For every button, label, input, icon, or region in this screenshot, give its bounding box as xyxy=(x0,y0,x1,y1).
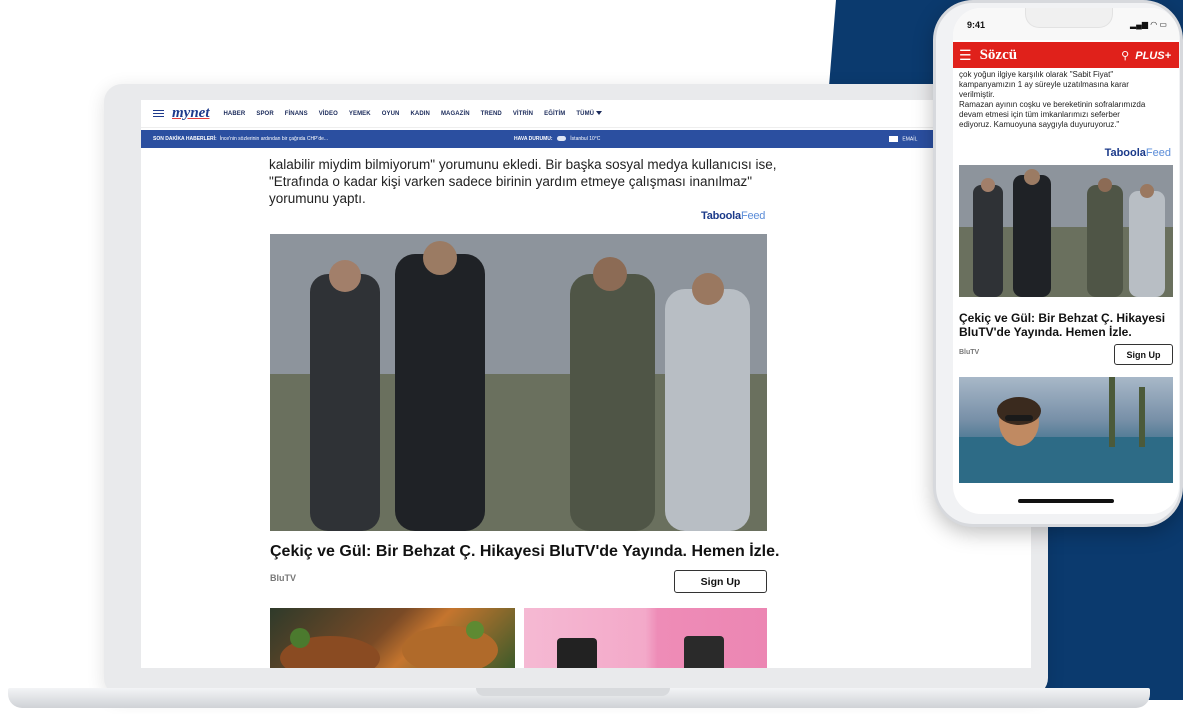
phone-screen: 9:41 ▂▄▆ ◠ ▭ ☰ Sözcü ⚲ PLUS+ çok yoğun il… xyxy=(953,8,1179,514)
sozcu-header: ☰ Sözcü ⚲ PLUS+ xyxy=(953,42,1179,68)
breaking-news-headline[interactable]: İnce'nin sözlerinin ardından bir çağrıda… xyxy=(220,136,328,142)
sponsored-hero-image[interactable] xyxy=(959,165,1173,297)
status-time: 9:41 xyxy=(967,20,986,30)
chevron-down-icon xyxy=(596,110,603,115)
appliance-image xyxy=(684,636,724,668)
article-line: çok yoğun ilgiye karşılık olarak "Sabit … xyxy=(959,70,1114,79)
pool-photo xyxy=(959,377,1173,483)
article-line: kalabilir miydim bilmiyorum" yorumunu ek… xyxy=(269,157,777,172)
nav-tumu[interactable]: TÜMÜ xyxy=(576,110,603,117)
weather-value: İstanbul 10°C xyxy=(570,136,601,142)
cloud-icon xyxy=(556,136,566,142)
nav-spor[interactable]: SPOR xyxy=(256,111,273,117)
sign-up-button[interactable]: Sign Up xyxy=(1114,344,1173,365)
weather-label: HAVA DURUMU: xyxy=(514,136,553,142)
email-label: EMAİL xyxy=(902,136,918,143)
nav-video[interactable]: VİDEO xyxy=(319,111,338,117)
nav-egitim[interactable]: EĞİTİM xyxy=(544,111,565,117)
promo-stage: mynet HABER SPOR FİNANS VİDEO YEMEK OYUN… xyxy=(0,0,1183,714)
mynet-logo[interactable]: mynet xyxy=(172,105,210,122)
sponsored-card-title[interactable]: Çekiç ve Gül: Bir Behzat Ç. Hikayesi Blu… xyxy=(959,311,1175,339)
men-walking-photo xyxy=(959,165,1173,297)
sponsored-card-brand: BluTV xyxy=(270,573,296,583)
hamburger-icon[interactable]: ☰ xyxy=(959,47,972,64)
hamburger-icon[interactable] xyxy=(153,109,164,118)
sponsored-card-title[interactable]: Çekiç ve Gül: Bir Behzat Ç. Hikayesi Blu… xyxy=(270,543,790,561)
taboola-brand: Taboola xyxy=(1104,147,1146,159)
breaking-news-bar: SON DAKİKA HABERLERİ: İnce'nin sözlerini… xyxy=(141,130,1031,148)
phone-article-body: çok yoğun ilgiye karşılık olarak "Sabit … xyxy=(959,70,1177,130)
nav-oyun[interactable]: OYUN xyxy=(382,111,400,117)
breaking-news-label: SON DAKİKA HABERLERİ: xyxy=(153,136,217,142)
sozcu-header-right: ⚲ PLUS+ xyxy=(1121,49,1171,62)
laptop-hinge-notch xyxy=(476,688,670,696)
taboola-feed-logo[interactable]: TaboolaFeed xyxy=(701,210,765,222)
pool-woman-thumbnail[interactable] xyxy=(959,377,1173,483)
product-thumbnail[interactable] xyxy=(524,608,767,668)
sign-up-button[interactable]: Sign Up xyxy=(674,570,767,593)
weather-widget[interactable]: HAVA DURUMU: İstanbul 10°C xyxy=(514,136,600,142)
article-line: devam etmesi için tüm imkanlarımızı sefe… xyxy=(959,110,1120,119)
taboola-feed-word: Feed xyxy=(740,210,766,222)
article-body: kalabilir miydim bilmiyorum" yorumunu ek… xyxy=(269,156,777,207)
article-line: kampanyamızın 1 ay süreyle uzatılmasına … xyxy=(959,80,1129,89)
phone-notch xyxy=(1025,8,1113,28)
food-thumbnail[interactable] xyxy=(270,608,515,668)
laptop-screen: mynet HABER SPOR FİNANS VİDEO YEMEK OYUN… xyxy=(141,100,1031,668)
nav-haber[interactable]: HABER xyxy=(224,111,246,117)
email-link[interactable]: EMAİL xyxy=(889,136,917,142)
article-line: verilmiştir. xyxy=(959,90,995,99)
article-line: "Etrafında o kadar kişi varken sadece bi… xyxy=(269,174,753,189)
article-line: yorumunu yaptı. xyxy=(269,191,366,206)
taboola-feed-logo[interactable]: TaboolaFeed xyxy=(1105,147,1171,159)
sponsored-card-brand: BluTV xyxy=(959,349,980,356)
article-line: ediyoruz. Kamuoyuna saygıyla duyuruyoruz… xyxy=(959,120,1120,129)
sozcu-logo[interactable]: Sözcü xyxy=(980,47,1018,64)
plus-button[interactable]: PLUS+ xyxy=(1135,50,1171,62)
signal-wifi-battery-icon: ▂▄▆ ◠ ▭ xyxy=(1130,20,1167,29)
nav-kadin[interactable]: KADIN xyxy=(410,111,430,117)
nav-yemek[interactable]: YEMEK xyxy=(349,111,371,117)
nav-finans[interactable]: FİNANS xyxy=(285,111,308,117)
sponsored-hero-image[interactable] xyxy=(270,234,767,531)
nav-magazin[interactable]: MAGAZİN xyxy=(441,111,470,117)
search-icon[interactable]: ⚲ xyxy=(1121,49,1129,62)
nav-vitrin[interactable]: VİTRİN xyxy=(513,111,533,117)
article-line: Ramazan ayının coşku ve bereketinin sofr… xyxy=(959,100,1146,109)
mail-icon xyxy=(889,136,898,142)
mynet-navbar: mynet HABER SPOR FİNANS VİDEO YEMEK OYUN… xyxy=(141,100,1031,128)
taboola-brand: Taboola xyxy=(701,210,741,222)
men-walking-photo xyxy=(270,234,767,531)
appliance-image xyxy=(557,638,597,668)
home-indicator[interactable] xyxy=(1018,499,1114,503)
nav-tumu-label: TÜMÜ xyxy=(576,110,595,117)
nav-trend[interactable]: TREND xyxy=(481,111,502,117)
food-photo xyxy=(280,621,498,668)
taboola-feed-word: Feed xyxy=(1145,147,1171,159)
